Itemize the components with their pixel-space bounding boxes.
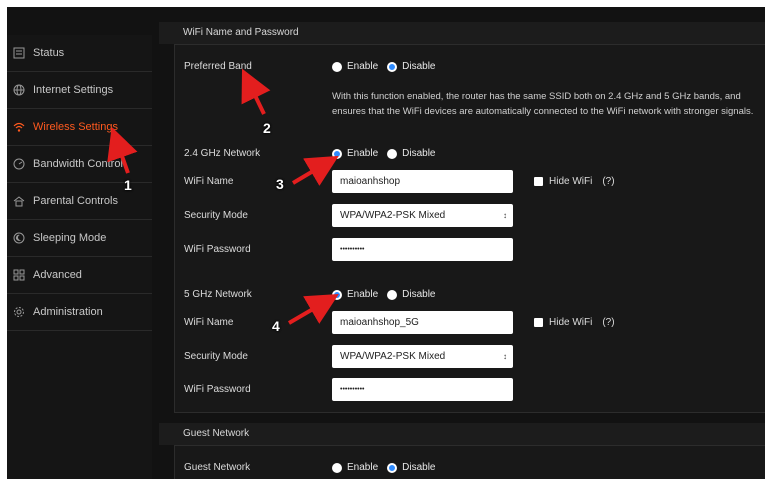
band-5-security-label: Security Mode: [184, 351, 248, 362]
hide-wifi-label: Hide WiFi: [549, 317, 593, 328]
annotation-number-4: 4: [272, 318, 280, 334]
sidebar-item-label: Wireless Settings: [33, 121, 118, 133]
band-24-disable-radio[interactable]: [387, 148, 398, 159]
band-5-radio-group: Enable Disable: [332, 289, 445, 300]
wifi-icon: [13, 122, 25, 132]
band-24-password-input[interactable]: ••••••••••: [332, 238, 513, 261]
sidebar-item-status[interactable]: Status: [7, 35, 152, 72]
band-5-hide-wifi-checkbox[interactable]: [534, 318, 543, 327]
select-caret-icon: ↕: [503, 211, 507, 220]
band-5-hide-wifi: Hide WiFi (?): [534, 317, 615, 328]
grid-icon: [13, 269, 25, 281]
help-icon[interactable]: (?): [602, 317, 614, 328]
sidebar-item-label: Sleeping Mode: [33, 232, 107, 244]
select-caret-icon: ↕: [503, 352, 507, 361]
radio-label: Enable: [347, 61, 379, 72]
sidebar-item-label: Advanced: [33, 269, 82, 281]
sidebar-item-label: Internet Settings: [33, 84, 114, 96]
sidebar-item-advanced[interactable]: Advanced: [7, 257, 152, 294]
annotation-number-2: 2: [263, 120, 271, 136]
band-24-security-label: Security Mode: [184, 210, 248, 221]
radio-label: Disable: [402, 289, 436, 300]
band-5-enable-radio[interactable]: [332, 289, 342, 300]
preferred-band-label: Preferred Band: [184, 61, 252, 72]
band-24-hide-wifi: Hide WiFi (?): [534, 176, 615, 187]
sleep-icon: [13, 232, 25, 244]
sidebar-item-label: Bandwidth Control: [33, 158, 123, 170]
band-5-disable-radio[interactable]: [387, 289, 398, 300]
guest-network-radio-group: Enable Disable: [332, 462, 445, 473]
guest-network-panel: Guest Network Enable Disable: [174, 445, 765, 479]
band-24-hide-wifi-checkbox[interactable]: [534, 177, 543, 186]
preferred-band-enable-radio[interactable]: [332, 61, 342, 72]
radio-label: Disable: [402, 148, 436, 159]
section-title-guest: Guest Network: [159, 423, 765, 445]
select-value: WPA/WPA2-PSK Mixed: [340, 351, 446, 362]
preferred-band-info-text: With this function enabled, the router h…: [332, 91, 754, 117]
sidebar-item-internet-settings[interactable]: Internet Settings: [7, 72, 152, 109]
sidebar-item-label: Status: [33, 47, 65, 59]
guest-network-enable-radio[interactable]: [332, 462, 342, 473]
radio-label: Enable: [347, 148, 379, 159]
sidebar-item-wireless-settings[interactable]: Wireless Settings: [7, 109, 152, 146]
band-5-wifi-name-input[interactable]: maioanhshop_5G: [332, 311, 513, 334]
band-5-password-input[interactable]: ••••••••••: [332, 378, 513, 401]
annotation-number-1: 1: [124, 177, 132, 193]
main-content: WiFi Name and Password Preferred Band En…: [159, 7, 765, 479]
sidebar-item-label: Parental Controls: [33, 195, 118, 207]
band-24-wifi-name-input[interactable]: maioanhshop: [332, 170, 513, 193]
band-5-label: 5 GHz Network: [184, 289, 252, 300]
bandwidth-icon: [13, 158, 25, 170]
band-24-wifi-name-label: WiFi Name: [184, 176, 234, 187]
select-value: WPA/WPA2-PSK Mixed: [340, 210, 446, 221]
help-icon[interactable]: (?): [602, 176, 614, 187]
sidebar-item-sleeping-mode[interactable]: Sleeping Mode: [7, 220, 152, 257]
band-24-enable-radio[interactable]: [332, 148, 342, 159]
radio-label: Enable: [347, 289, 379, 300]
gear-icon: [14, 307, 24, 317]
preferred-band-disable-radio[interactable]: [387, 61, 398, 72]
status-icon: [13, 47, 25, 59]
router-admin-window: Status Internet Settings Wireless Settin…: [7, 7, 765, 479]
radio-label: Disable: [402, 462, 436, 473]
band-24-security-select[interactable]: WPA/WPA2-PSK Mixed ↕: [332, 204, 513, 227]
hide-wifi-label: Hide WiFi: [549, 176, 593, 187]
parental-icon: [13, 196, 25, 207]
sidebar-item-administration[interactable]: Administration: [7, 294, 152, 331]
band-24-label: 2.4 GHz Network: [184, 148, 261, 159]
sidebar: Status Internet Settings Wireless Settin…: [7, 35, 152, 479]
band-5-password-label: WiFi Password: [184, 384, 251, 395]
section-title-wifi: WiFi Name and Password: [159, 22, 765, 44]
band-5-wifi-name-label: WiFi Name: [184, 317, 234, 328]
annotation-number-3: 3: [276, 176, 284, 192]
band-24-password-label: WiFi Password: [184, 244, 251, 255]
guest-network-label: Guest Network: [184, 462, 251, 473]
globe-icon: [13, 84, 25, 96]
band-5-security-select[interactable]: WPA/WPA2-PSK Mixed ↕: [332, 345, 513, 368]
preferred-band-radio-group: Enable Disable: [332, 61, 445, 72]
radio-label: Disable: [402, 61, 436, 72]
sidebar-item-label: Administration: [33, 306, 103, 318]
wifi-settings-panel: Preferred Band Enable Disable With this …: [174, 44, 765, 413]
guest-network-disable-radio[interactable]: [387, 462, 398, 473]
band-24-radio-group: Enable Disable: [332, 148, 445, 159]
radio-label: Enable: [347, 462, 379, 473]
